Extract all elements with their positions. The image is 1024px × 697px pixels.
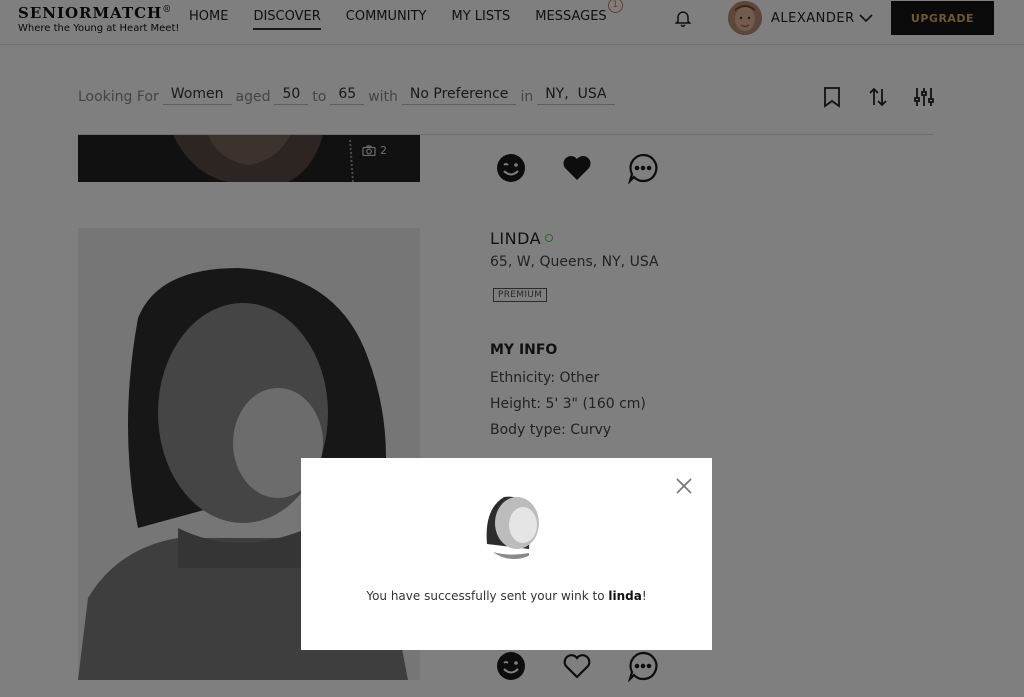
wink-recipient-name: linda [608,589,642,603]
wink-confirmation-message: You have successfully sent your wink to … [301,589,712,603]
recipient-avatar-image [479,489,549,559]
wink-sent-dialog: You have successfully sent your wink to … [301,458,712,650]
close-icon[interactable] [675,477,693,495]
wink-message-end: ! [641,589,647,603]
recipient-avatar [479,489,549,559]
wink-message-text: You have successfully sent your wink to [366,589,609,603]
